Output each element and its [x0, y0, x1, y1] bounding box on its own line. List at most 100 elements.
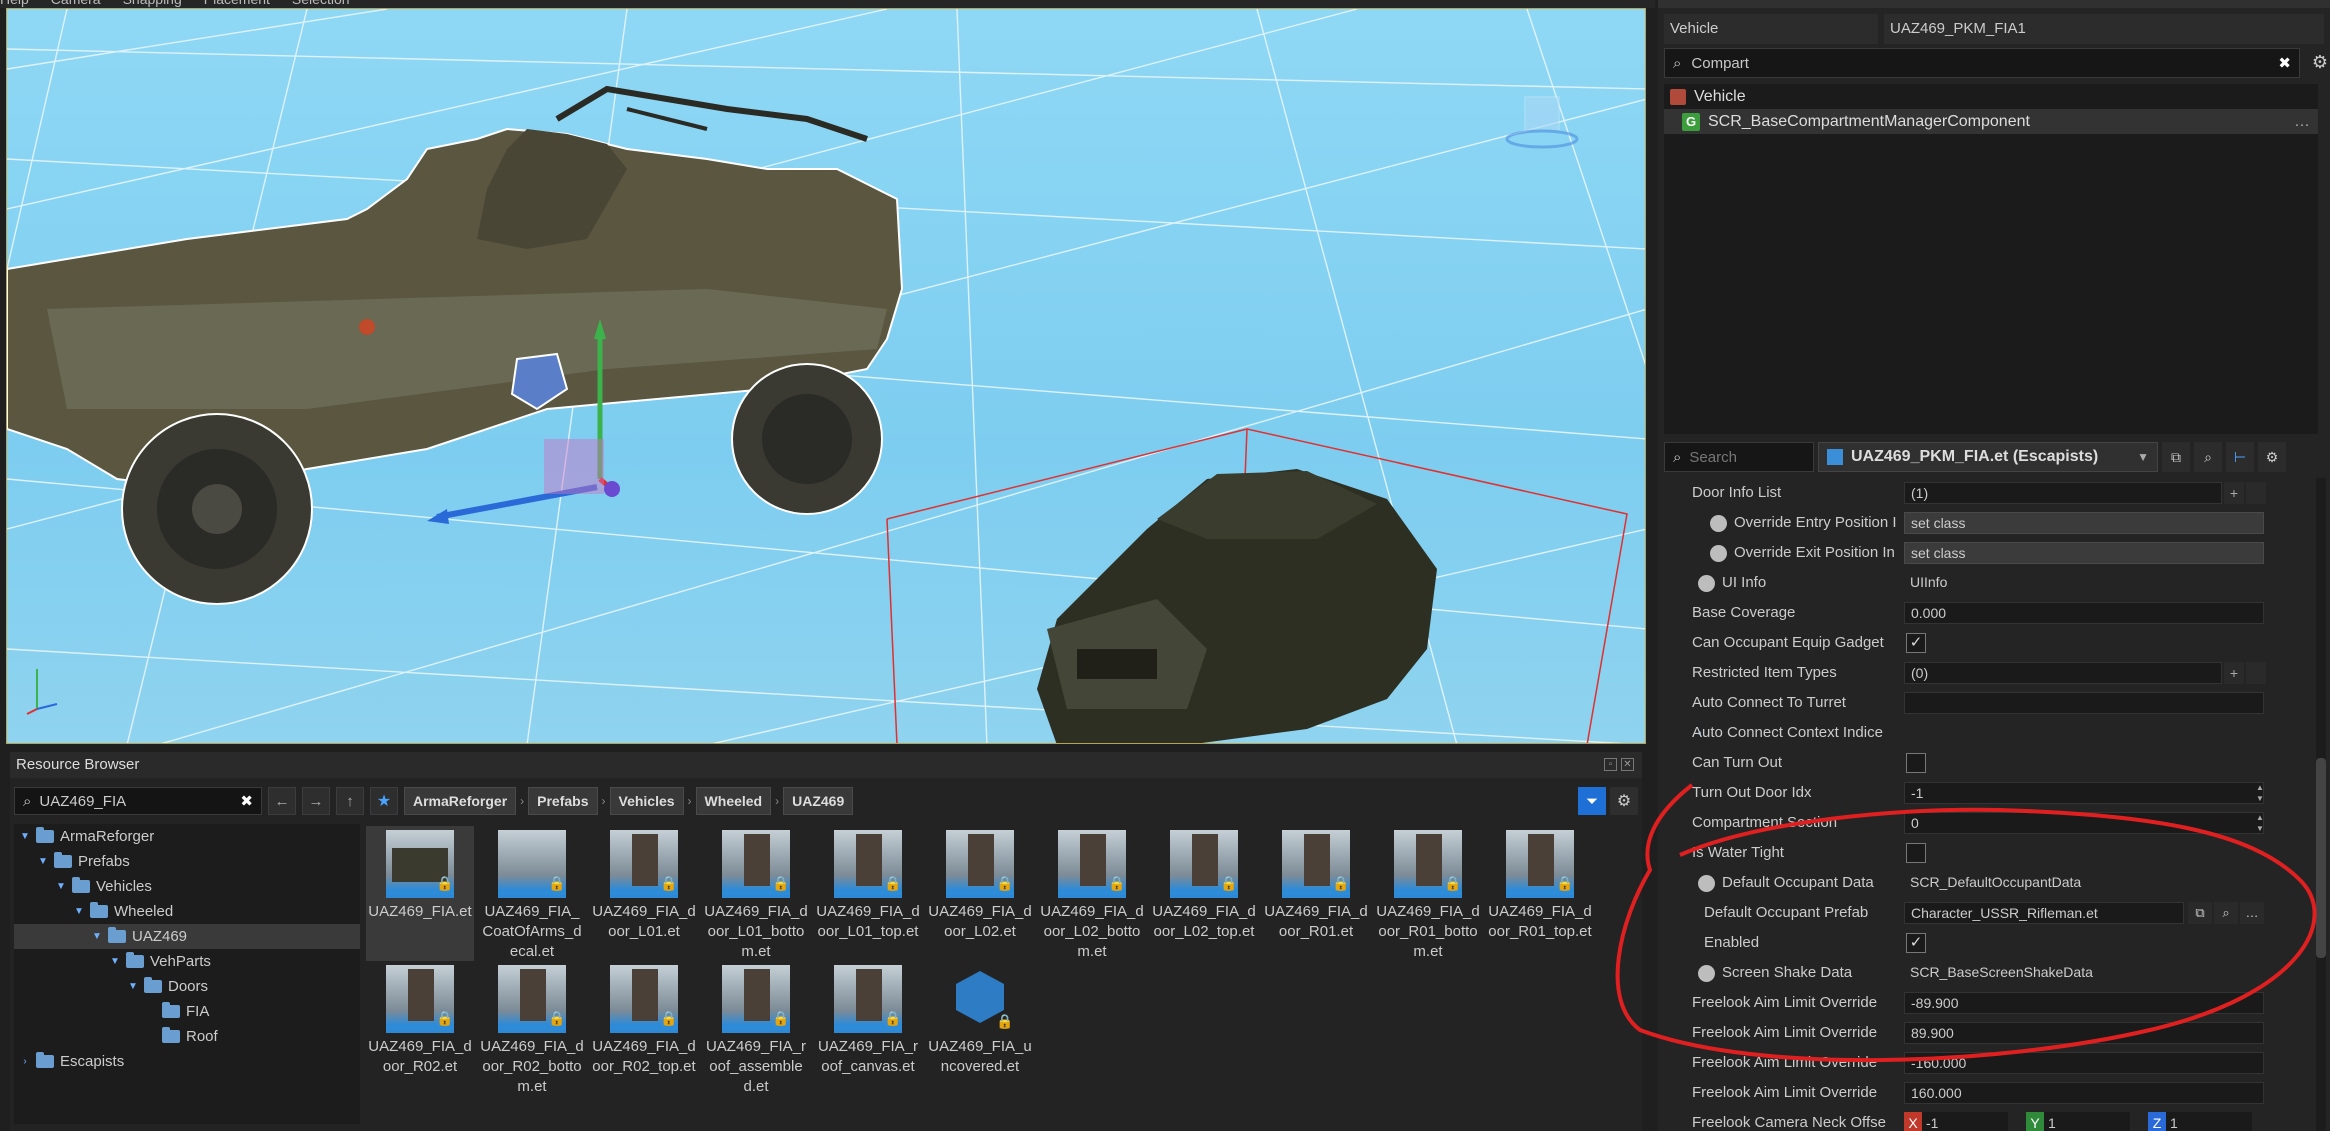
vector-field-z[interactable]: Z1 — [2148, 1112, 2252, 1131]
settings-gear-icon[interactable]: ⚙ — [1610, 787, 1638, 815]
tree-item[interactable]: ▼ Doors — [14, 974, 360, 999]
property-search-input[interactable]: ⌕ Search — [1664, 442, 1814, 472]
chevron-down-icon[interactable]: ▼ — [92, 924, 102, 949]
vector-field-x[interactable]: X -1 — [1904, 1112, 2008, 1131]
menu-item[interactable]: Camera — [51, 0, 101, 7]
property-row[interactable]: Compartment Section 0 ▲ ▼ — [1658, 808, 2298, 838]
entity-name-field[interactable]: UAZ469_PKM_FIA1 — [1884, 14, 2324, 44]
resource-tile[interactable]: 🔒 UAZ469_FIA_door_L01_bottom.et — [702, 826, 810, 961]
search-icon[interactable]: ⌕ — [2214, 902, 2238, 924]
open-external-icon[interactable]: ⧉ — [2188, 902, 2212, 924]
resource-tile[interactable]: 🔒 UAZ469_FIA_door_R01_top.et — [1486, 826, 1594, 961]
vehicle-model[interactable] — [886, 428, 1628, 744]
favorite-star-icon[interactable]: ★ — [370, 787, 398, 815]
tree-item[interactable]: ▼ Prefabs — [14, 849, 360, 874]
property-type-icon[interactable] — [1698, 875, 1715, 892]
tree-item[interactable]: Roof — [14, 1024, 360, 1049]
breadcrumb-item[interactable]: Prefabs — [528, 787, 598, 815]
resource-tile[interactable]: 🔒 UAZ469_FIA.et — [366, 826, 474, 961]
tree-item[interactable]: ▼ VehParts — [14, 949, 360, 974]
spinner-arrows-icon[interactable]: ▲ ▼ — [2256, 812, 2264, 834]
property-row[interactable]: Base Coverage 0.000 — [1658, 598, 2298, 628]
menu-item[interactable]: Snapping — [123, 0, 182, 7]
property-row[interactable]: Freelook Aim Limit Override -89.900 — [1658, 988, 2298, 1018]
property-value[interactable]: Character_USSR_Rifleman.et — [1904, 902, 2184, 924]
tree-item[interactable]: ▼ UAZ469 — [14, 924, 360, 949]
property-row[interactable]: Override Entry Position I set class — [1658, 508, 2298, 538]
back-button[interactable]: ← — [268, 787, 296, 815]
property-value[interactable]: 0 — [1904, 812, 2264, 834]
component-item-vehicle[interactable]: Vehicle — [1664, 84, 2318, 109]
list-options-button[interactable] — [2246, 482, 2266, 504]
resource-tile[interactable]: 🔒 UAZ469_FIA_door_L01.et — [590, 826, 698, 961]
property-type-icon[interactable] — [1698, 965, 1715, 982]
clear-search-icon[interactable]: ✖ — [240, 792, 253, 810]
resource-tile[interactable]: 🔒 UAZ469_FIA_door_R01.et — [1262, 826, 1370, 961]
close-icon[interactable]: ✕ — [1621, 758, 1634, 771]
property-value[interactable]: -89.900 — [1904, 992, 2264, 1014]
chevron-down-icon[interactable]: ▼ — [56, 874, 66, 899]
property-value[interactable]: -1 — [1904, 782, 2264, 804]
property-value[interactable]: set class — [1904, 542, 2264, 564]
property-row[interactable]: Turn Out Door Idx -1 ▲ ▼ — [1658, 778, 2298, 808]
tree-item[interactable]: › Escapists — [14, 1049, 360, 1074]
property-type-icon[interactable] — [1710, 545, 1727, 562]
property-row[interactable]: Default Occupant Prefab Character_USSR_Ri… — [1658, 898, 2298, 928]
property-row[interactable]: Can Occupant Equip Gadget ✓ — [1658, 628, 2298, 658]
resource-tile[interactable]: 🔒 UAZ469_FIA_door_L02.et — [926, 826, 1034, 961]
breadcrumb-item[interactable]: Vehicles — [609, 787, 684, 815]
breadcrumb-item[interactable]: UAZ469 — [783, 787, 854, 815]
prefab-file-dropdown[interactable]: UAZ469_PKM_FIA.et (Escapists) ▼ — [1818, 442, 2158, 472]
add-item-icon[interactable]: + — [2224, 482, 2244, 504]
property-row[interactable]: ▼Default Occupant DataSCR_DefaultOccupan… — [1658, 868, 2298, 898]
chevron-down-icon[interactable]: ▼ — [38, 849, 48, 874]
property-row[interactable]: Enabled ✓ — [1658, 928, 2298, 958]
resource-tile[interactable]: 🔒 UAZ469_FIA_door_R02_bottom.et — [478, 961, 586, 1096]
property-value[interactable] — [1904, 692, 2264, 714]
resource-tile[interactable]: 🔒 UAZ469_FIA_door_R02.et — [366, 961, 474, 1096]
tree-item[interactable]: ▼ Vehicles — [14, 874, 360, 899]
tree-item[interactable]: ▼ Wheeled — [14, 899, 360, 924]
settings-gear-icon[interactable]: ⚙ — [2258, 442, 2286, 472]
resource-tile[interactable]: 🔒 UAZ469_FIA_roof_canvas.et — [814, 961, 922, 1096]
open-external-icon[interactable]: ⧉ — [2162, 442, 2190, 472]
checkbox[interactable] — [1906, 753, 1926, 773]
forward-button[interactable]: → — [302, 787, 330, 815]
property-row[interactable]: ›UI InfoUIInfo — [1658, 568, 2298, 598]
menu-item[interactable]: Help — [0, 0, 29, 7]
property-value[interactable]: -160.000 — [1904, 1052, 2264, 1074]
scrollbar-thumb[interactable] — [2316, 758, 2326, 958]
checkbox[interactable]: ✓ — [1906, 933, 1926, 953]
clear-search-icon[interactable]: ✖ — [2278, 54, 2291, 72]
undock-icon[interactable]: ▫ — [1604, 758, 1617, 771]
resource-tile[interactable]: 🔒 UAZ469_FIA_CoatOfArms_decal.et — [478, 826, 586, 961]
checkbox[interactable] — [1906, 843, 1926, 863]
resource-tile[interactable]: 🔒 UAZ469_FIA_door_R01_bottom.et — [1374, 826, 1482, 961]
property-type-icon[interactable] — [1698, 575, 1715, 592]
chevron-down-icon[interactable]: ▼ — [128, 974, 138, 999]
chevron-right-icon[interactable]: › — [20, 1049, 30, 1074]
property-value[interactable]: (1) — [1904, 482, 2222, 504]
tree-item[interactable]: ▼ ArmaReforger — [14, 824, 360, 849]
property-value[interactable]: (0) — [1904, 662, 2222, 684]
property-value[interactable]: 0.000 — [1904, 602, 2264, 624]
property-row[interactable]: Freelook Camera Neck Offse X -1 Y 1 Z 1 — [1658, 1108, 2298, 1131]
property-row[interactable]: Auto Connect To Turret — [1658, 688, 2298, 718]
breadcrumb-item[interactable]: ArmaReforger — [404, 787, 517, 815]
hierarchy-icon[interactable]: ⊢ — [2226, 442, 2254, 472]
filter-icon[interactable]: ⏷ — [1578, 787, 1606, 815]
property-value[interactable]: 160.000 — [1904, 1082, 2264, 1104]
menu-item[interactable]: Selection — [292, 0, 350, 7]
settings-gear-icon[interactable]: ⚙ — [2312, 52, 2328, 73]
resource-search-input[interactable]: ⌕ UAZ469_FIA ✖ — [14, 787, 262, 815]
component-search-input[interactable]: ⌕ Compart ✖ — [1664, 48, 2300, 78]
property-row[interactable]: Freelook Aim Limit Override 160.000 — [1658, 1078, 2298, 1108]
property-value[interactable]: set class — [1904, 512, 2264, 534]
property-row[interactable]: › Auto Connect Context Indice — [1658, 718, 2298, 748]
property-value[interactable]: 89.900 — [1904, 1022, 2264, 1044]
property-row[interactable]: Freelook Aim Limit Override -160.000 — [1658, 1048, 2298, 1078]
property-row[interactable]: ›Screen Shake DataSCR_BaseScreenShakeDat… — [1658, 958, 2298, 988]
menu-item[interactable]: Placement — [204, 0, 270, 7]
spinner-arrows-icon[interactable]: ▲ ▼ — [2256, 782, 2264, 804]
chevron-down-icon[interactable]: ▼ — [74, 899, 84, 924]
